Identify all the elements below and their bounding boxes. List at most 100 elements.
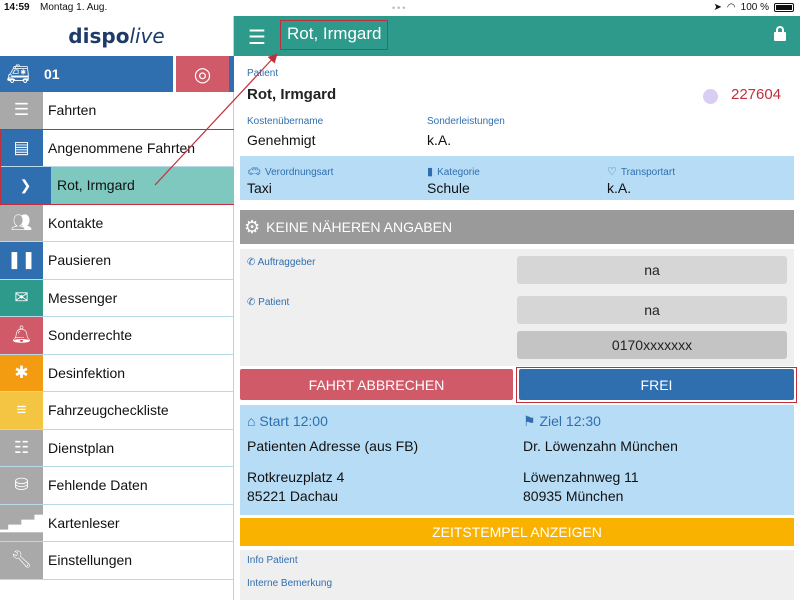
status-date: Montag 1. Aug. bbox=[40, 2, 108, 13]
wifi-icon: ◠ bbox=[726, 2, 736, 13]
checklist-icon: ≡ bbox=[0, 392, 43, 429]
sidebar-item-label: Pausieren bbox=[48, 252, 112, 269]
sidebar-item-messenger[interactable]: ✉ Messenger bbox=[0, 279, 234, 317]
sidebar-menu: ☰ Fahrten ▤ Angenommene Fahrten ❯ Rot, I… bbox=[0, 92, 234, 580]
verordnung-label: 🚗︎ Verordnungsart bbox=[247, 166, 334, 178]
car-icon: 🚗︎ bbox=[247, 166, 261, 178]
sidebar-item-label: Dienstplan bbox=[48, 439, 115, 456]
broadcast-icon: ◎ bbox=[193, 63, 212, 86]
sidebar-item-label: Einstellungen bbox=[48, 552, 133, 569]
notes-header-text: KEINE NÄHEREN ANGABEN bbox=[266, 219, 453, 235]
battery-text: 100 % bbox=[740, 2, 769, 13]
location-icon: ➤ bbox=[713, 2, 722, 13]
kategorie-value: Schule bbox=[427, 180, 470, 196]
transport-value: k.A. bbox=[607, 180, 632, 196]
id-card-icon: ▤ bbox=[0, 129, 43, 166]
cancel-ride-button[interactable]: FAHRT ABBRECHEN bbox=[240, 369, 513, 400]
sidebar-item-pausieren[interactable]: ❚❚ Pausieren bbox=[0, 242, 234, 280]
sidebar-item-fahrzeugcheckliste[interactable]: ≡ Fahrzeugcheckliste bbox=[0, 392, 234, 430]
page-title: Rot, Irmgard bbox=[280, 20, 389, 50]
sidebar-item-fahrten[interactable]: ☰ Fahrten bbox=[0, 92, 234, 130]
patient-name: Rot, Irmgard bbox=[247, 86, 337, 103]
interne-bemerkung-label: Interne Bemerkung bbox=[247, 578, 333, 589]
wrench-icon: 🔧︎ bbox=[0, 542, 43, 579]
battery-icon bbox=[774, 3, 794, 12]
sidebar-item-fehlende-daten[interactable]: ⛁ Fehlende Daten bbox=[0, 467, 234, 505]
auftraggeber-label: ✆ Auftraggeber bbox=[247, 257, 316, 268]
sidebar-item-einstellungen[interactable]: 🔧︎ Einstellungen bbox=[0, 542, 234, 580]
sidebar-item-label: Rot, Irmgard bbox=[57, 177, 135, 194]
free-button[interactable]: FREI bbox=[519, 369, 794, 400]
home-icon: ⌂ bbox=[247, 413, 260, 429]
sidebar-item-rot-irmgard[interactable]: ❯ Rot, Irmgard bbox=[0, 167, 234, 205]
sidebar-item-label: Fahrten bbox=[48, 102, 97, 119]
sidebar-item-sonderrechte[interactable]: 🔔︎ Sonderrechte bbox=[0, 317, 234, 355]
sidebar-item-desinfektion[interactable]: ✱ Desinfektion bbox=[0, 354, 234, 392]
app-logo: dispo live bbox=[68, 24, 165, 48]
phone-icon: ✆ bbox=[247, 257, 258, 268]
notes-header: ⚙ KEINE NÄHEREN ANGABEN bbox=[240, 210, 794, 244]
flag-icon: ⚑ bbox=[523, 413, 540, 429]
chevron-right-icon: ❯ bbox=[0, 167, 51, 204]
vehicle-button[interactable]: 🚑︎ 01 bbox=[0, 56, 173, 92]
envelope-icon: ✉ bbox=[0, 279, 43, 316]
ziel-name: Dr. Löwenzahn München bbox=[523, 438, 678, 454]
kategorie-label: ▮ Kategorie bbox=[427, 166, 480, 178]
sidebar-item-label: Fehlende Daten bbox=[48, 477, 148, 494]
phone-icon: ✆ bbox=[247, 297, 259, 308]
sidebar-item-kartenleser[interactable]: ▁▃▅▇ Kartenleser bbox=[0, 504, 234, 542]
contacts-panel: ✆ Auftraggeber na ✆ Patient na 0170xxxxx… bbox=[240, 249, 794, 366]
info-panel: Info Patient Interne Bemerkung bbox=[240, 550, 794, 600]
status-time: 14:59 bbox=[4, 2, 30, 13]
patient-number: 227604 bbox=[731, 86, 782, 103]
auftraggeber-phone-button[interactable]: na bbox=[517, 256, 787, 284]
sidebar-item-label: Kontakte bbox=[48, 214, 104, 231]
list-icon: ☷ bbox=[0, 429, 43, 466]
status-bar: 14:59 Montag 1. Aug. ••• ➤ ◠ 100 % bbox=[0, 0, 800, 16]
database-icon: ⛁ bbox=[0, 467, 43, 504]
main-content: Patient Rot, Irmgard 227604 Kostenüberna… bbox=[234, 56, 800, 600]
sonder-label: Sonderleistungen bbox=[427, 116, 505, 127]
patient-label: Patient bbox=[247, 68, 279, 79]
bell-icon: 🔔︎ bbox=[0, 317, 43, 354]
show-timestamps-button[interactable]: ZEITSTEMPEL ANZEIGEN bbox=[240, 518, 794, 546]
ziel-city: 80935 München bbox=[523, 488, 624, 504]
vehicle-number: 01 bbox=[44, 66, 60, 82]
start-street: Rotkreuzplatz 4 bbox=[247, 469, 345, 485]
sonder-value: k.A. bbox=[427, 132, 452, 148]
kosten-value: Genehmigt bbox=[247, 132, 316, 148]
ziel-street: Löwenzahnweg 11 bbox=[523, 469, 639, 485]
transport-label: ♡ Transportart bbox=[607, 166, 675, 178]
hamburger-menu-icon[interactable]: ☰ bbox=[248, 25, 266, 50]
lock-icon[interactable] bbox=[774, 26, 786, 41]
kosten-label: Kostenübername bbox=[247, 116, 324, 127]
sidebar-item-label: Fahrzeugcheckliste bbox=[48, 402, 169, 419]
patient-mobile-button[interactable]: 0170xxxxxxx bbox=[517, 331, 787, 359]
ziel-label: ⚑ Ziel 12:30 bbox=[523, 413, 601, 429]
sidebar-item-label: Angenommene Fahrten bbox=[48, 139, 196, 156]
pause-icon: ❚❚ bbox=[0, 242, 43, 279]
start-name: Patienten Adresse (aus FB) bbox=[247, 438, 419, 454]
verordnung-value: Taxi bbox=[247, 180, 272, 196]
info-patient-label: Info Patient bbox=[247, 555, 298, 566]
sidebar-item-label: Sonderrechte bbox=[48, 327, 133, 344]
sidebar-item-label: Messenger bbox=[48, 289, 118, 306]
people-icon: 👥︎ bbox=[0, 204, 43, 241]
vehicle-bar: 🚑︎ 01 ◎ bbox=[0, 56, 234, 92]
multitask-dots-icon: ••• bbox=[392, 3, 408, 13]
heartbeat-icon: ♡ bbox=[607, 166, 617, 178]
signal-button[interactable]: ◎ bbox=[176, 56, 229, 92]
ambulance-icon: 🚑︎ bbox=[6, 63, 30, 84]
sidebar-item-angenommene-fahrten[interactable]: ▤ Angenommene Fahrten bbox=[0, 129, 234, 167]
patient-phone-button[interactable]: na bbox=[517, 296, 787, 324]
sidebar-item-kontakte[interactable]: 👥︎ Kontakte bbox=[0, 204, 234, 242]
patient-contact-label: ✆ Patient bbox=[247, 297, 290, 308]
sidebar-item-dienstplan[interactable]: ☷ Dienstplan bbox=[0, 429, 234, 467]
gears-icon: ⚙ bbox=[244, 216, 261, 237]
details-band: 🚗︎ Verordnungsart Taxi ▮ Kategorie Schule … bbox=[240, 156, 794, 200]
status-right: ➤ ◠ 100 % bbox=[714, 2, 794, 13]
start-label: ⌂ Start 12:00 bbox=[247, 413, 328, 429]
start-city: 85221 Dachau bbox=[247, 488, 339, 504]
clipboard-icon: ▮ bbox=[427, 166, 434, 178]
top-bar: ☰ Rot, Irmgard bbox=[234, 16, 800, 56]
